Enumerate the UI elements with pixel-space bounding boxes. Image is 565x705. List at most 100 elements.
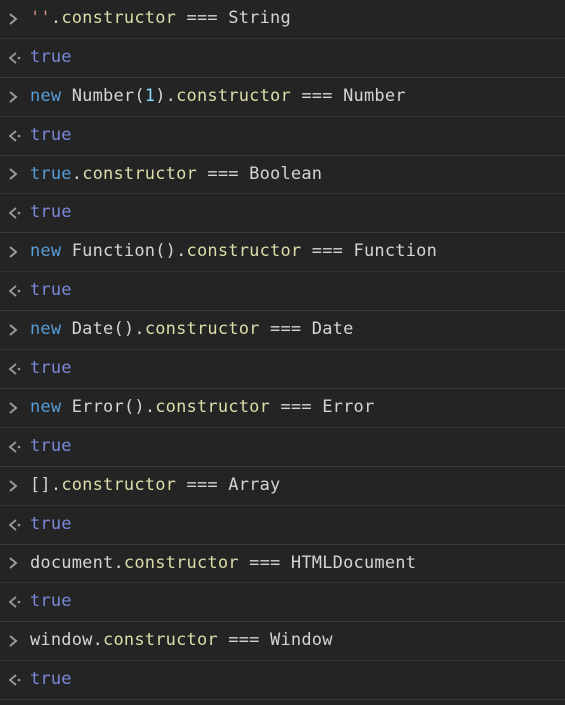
code-token (61, 86, 71, 106)
code-token: Error (72, 397, 124, 417)
console-output-value: true (30, 435, 557, 459)
code-token: . (145, 397, 155, 417)
console-input-code: ''.constructor === String (30, 7, 557, 31)
code-token: constructor (155, 397, 270, 417)
code-token: Boolean (249, 164, 322, 184)
code-token: true (30, 202, 72, 222)
input-prompt-icon (8, 13, 30, 25)
code-token (197, 164, 207, 184)
code-token: 1 (145, 86, 155, 106)
code-token: () (114, 319, 135, 339)
chevron-right-icon (8, 13, 18, 25)
code-token: Function (72, 241, 155, 261)
console-output-row: true (0, 272, 565, 310)
output-arrow-icon (8, 130, 22, 142)
console-input-code: [].constructor === Array (30, 474, 557, 498)
code-token: === (187, 8, 218, 28)
code-token: === (207, 164, 238, 184)
console-input-code: new Date().constructor === Date (30, 318, 557, 342)
console-output-value: true (30, 124, 557, 148)
code-token: '' (30, 8, 51, 28)
output-arrow-icon (8, 207, 22, 219)
output-arrow-icon (8, 441, 22, 453)
console-group: new Number(1).constructor === Number true (0, 78, 565, 156)
console-input-row[interactable]: new Error().constructor === Error (0, 389, 565, 428)
console-output-row: true (0, 117, 565, 155)
console-input-code: new Error().constructor === Error (30, 396, 557, 420)
code-token: true (30, 47, 72, 67)
console-output-row: true (0, 583, 565, 621)
code-token (61, 397, 71, 417)
console-input-code: new Function().constructor === Function (30, 240, 557, 264)
code-token (260, 319, 270, 339)
console-output-row: true (0, 428, 565, 466)
code-token: . (72, 164, 82, 184)
code-token: document (30, 553, 113, 573)
code-token: true (30, 514, 72, 534)
code-token (301, 241, 311, 261)
console-input-row[interactable]: document.constructor === HTMLDocument (0, 545, 565, 584)
console-input-row[interactable]: window.constructor === Window (0, 622, 565, 661)
code-token: === (301, 86, 332, 106)
console-group: ''.constructor === String true (0, 0, 565, 78)
code-token: Number (72, 86, 135, 106)
code-token: constructor (187, 241, 302, 261)
console-input-row[interactable]: new Date().constructor === Date (0, 311, 565, 350)
console-input-row[interactable]: new Function().constructor === Function (0, 233, 565, 272)
output-arrow-icon (8, 363, 22, 375)
chevron-right-icon (8, 168, 18, 180)
code-token: true (30, 591, 72, 611)
code-token: . (134, 319, 144, 339)
code-token: === (187, 475, 218, 495)
console-group: window.constructor === Windowtrue (0, 622, 565, 700)
code-token (218, 630, 228, 650)
input-prompt-icon (8, 91, 30, 103)
console-input-row[interactable]: true.constructor === Boolean (0, 156, 565, 195)
code-token: . (51, 8, 61, 28)
code-token (260, 630, 270, 650)
console-output-value: true (30, 201, 557, 225)
code-token: === (249, 553, 280, 573)
console-input-code: true.constructor === Boolean (30, 163, 557, 187)
console-input-row[interactable]: new Number(1).constructor === Number (0, 78, 565, 117)
input-prompt-icon (8, 246, 30, 258)
output-indicator-icon (8, 519, 30, 531)
console-input-row[interactable]: [].constructor === Array (0, 467, 565, 506)
code-token: === (228, 630, 259, 650)
code-token: ( (134, 86, 144, 106)
chevron-right-icon (8, 557, 18, 569)
output-arrow-icon (8, 52, 22, 64)
code-token (301, 319, 311, 339)
code-token: true (30, 436, 72, 456)
code-token: constructor (61, 8, 176, 28)
code-token (280, 553, 290, 573)
console-group: new Date().constructor === Datetrue (0, 311, 565, 389)
console-output-value: true (30, 590, 557, 614)
output-indicator-icon (8, 207, 30, 219)
code-token: Date (72, 319, 114, 339)
code-token: Function (354, 241, 437, 261)
console-input-row[interactable]: ''.constructor === String (0, 0, 565, 39)
input-prompt-icon (8, 557, 30, 569)
chevron-right-icon (8, 246, 18, 258)
output-arrow-icon (8, 519, 22, 531)
chevron-right-icon (8, 635, 18, 647)
code-token: window (30, 630, 93, 650)
console-output-value: true (30, 46, 557, 70)
code-token: () (124, 397, 145, 417)
code-token (61, 319, 71, 339)
code-token: Error (322, 397, 374, 417)
code-token: Window (270, 630, 333, 650)
code-token: new (30, 86, 61, 106)
console-group: [].constructor === Array true (0, 467, 565, 545)
output-indicator-icon (8, 285, 30, 297)
console-output-value: true (30, 279, 557, 303)
output-arrow-icon (8, 596, 22, 608)
output-arrow-icon (8, 674, 22, 686)
code-token (176, 475, 186, 495)
output-arrow-icon (8, 285, 22, 297)
console-group: true.constructor === Boolean true (0, 156, 565, 234)
chevron-right-icon (8, 402, 18, 414)
code-token: new (30, 397, 61, 417)
console-group: document.constructor === HTMLDocument tru… (0, 545, 565, 623)
